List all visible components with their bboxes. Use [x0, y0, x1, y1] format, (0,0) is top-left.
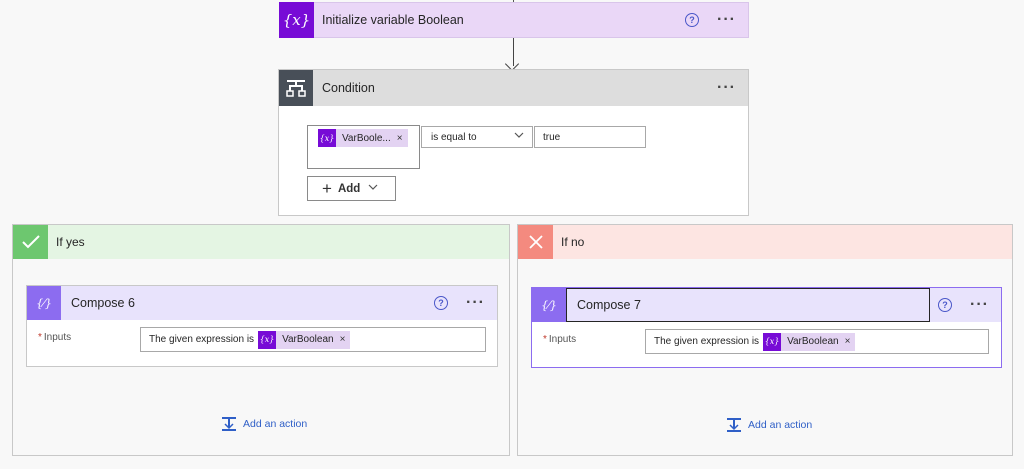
- branch-if-yes: If yes {⁄} Compose 6 ? ··· * Inputs The g…: [12, 224, 510, 456]
- compose-icon: {⁄}: [532, 288, 566, 322]
- token-label: VarBoolean: [787, 336, 839, 347]
- chevron-down-icon: [368, 182, 378, 195]
- help-icon[interactable]: ?: [434, 296, 449, 310]
- required-marker: *: [38, 332, 42, 343]
- inputs-label: * Inputs: [38, 332, 71, 343]
- add-action-icon: [727, 418, 741, 432]
- condition-value-input[interactable]: true: [534, 126, 646, 148]
- initialize-variable-card[interactable]: {x} Initialize variable Boolean ? ···: [279, 1, 749, 38]
- dynamic-content-token[interactable]: {x} VarBoole... ×: [318, 129, 408, 147]
- inputs-label: * Inputs: [543, 334, 576, 345]
- add-condition-button[interactable]: + Add: [307, 176, 396, 201]
- initialize-variable-title: Initialize variable Boolean: [322, 13, 464, 27]
- add-an-action-link[interactable]: Add an action: [726, 417, 812, 433]
- variable-icon: {x}: [318, 129, 336, 147]
- inputs-label-text: Inputs: [548, 334, 577, 345]
- add-action-label: Add an action: [748, 419, 813, 431]
- dynamic-content-token[interactable]: {x} VarBoolean ×: [763, 332, 856, 351]
- more-options-icon[interactable]: ···: [717, 80, 736, 96]
- more-options-icon[interactable]: ···: [466, 295, 485, 311]
- checkmark-icon: [13, 225, 48, 259]
- branch-title: If yes: [56, 235, 85, 249]
- help-icon[interactable]: ?: [685, 13, 700, 27]
- more-options-icon[interactable]: ···: [717, 12, 736, 28]
- add-button-label: Add: [337, 182, 361, 195]
- remove-token-icon[interactable]: ×: [845, 336, 856, 347]
- help-icon[interactable]: ?: [938, 298, 953, 312]
- branch-if-no: If no {⁄} Compose 7 ? ··· * Inputs The gi…: [517, 224, 1013, 456]
- chevron-down-icon: [514, 130, 524, 143]
- condition-title: Condition: [322, 81, 375, 95]
- branch-title: If no: [561, 235, 585, 249]
- condition-header[interactable]: Condition ···: [279, 70, 748, 106]
- inputs-field[interactable]: The given expression is {x} VarBoolean ×: [140, 327, 486, 352]
- compose-7-header[interactable]: {⁄} Compose 7 ? ···: [532, 288, 1001, 322]
- compose-7-title-focus[interactable]: Compose 7: [566, 288, 931, 322]
- token-label: VarBoole...: [342, 132, 391, 144]
- remove-token-icon[interactable]: ×: [340, 334, 351, 345]
- operator-value: is equal to: [431, 131, 477, 143]
- compose-6-header[interactable]: {⁄} Compose 6 ? ···: [27, 286, 497, 320]
- inputs-label-text: Inputs: [43, 332, 72, 343]
- branch-if-no-header[interactable]: If no: [518, 225, 1012, 259]
- variable-icon: {x}: [279, 1, 314, 38]
- close-icon: [518, 225, 553, 259]
- inputs-prefix-text: The given expression is: [149, 334, 255, 345]
- inputs-prefix-text: The given expression is: [654, 336, 760, 347]
- variable-icon: {x}: [258, 330, 277, 349]
- add-action-label: Add an action: [243, 418, 308, 430]
- required-marker: *: [543, 334, 547, 345]
- condition-operator-select[interactable]: is equal to: [421, 126, 533, 148]
- compose-title: Compose 7: [577, 298, 641, 312]
- add-action-icon: [222, 417, 236, 431]
- compose-6-card: {⁄} Compose 6 ? ··· * Inputs The given ex…: [26, 285, 498, 367]
- add-an-action-link[interactable]: Add an action: [221, 416, 307, 432]
- dynamic-content-token[interactable]: {x} VarBoolean ×: [258, 330, 351, 349]
- compose-7-card: {⁄} Compose 7 ? ··· * Inputs The given ex…: [531, 287, 1002, 368]
- compose-title: Compose 6: [71, 296, 135, 310]
- remove-token-icon[interactable]: ×: [397, 133, 408, 144]
- more-options-icon[interactable]: ···: [970, 297, 989, 313]
- variable-icon: {x}: [763, 332, 782, 351]
- condition-card: Condition ··· {x} VarBoole... × is equal…: [278, 69, 749, 216]
- branch-if-yes-header[interactable]: If yes: [13, 225, 509, 259]
- plus-icon: +: [322, 179, 332, 198]
- condition-left-operand[interactable]: {x} VarBoole... ×: [307, 125, 420, 169]
- compose-icon: {⁄}: [27, 286, 61, 320]
- token-label: VarBoolean: [282, 334, 334, 345]
- condition-icon: [279, 70, 313, 106]
- inputs-field[interactable]: The given expression is {x} VarBoolean ×: [645, 329, 989, 354]
